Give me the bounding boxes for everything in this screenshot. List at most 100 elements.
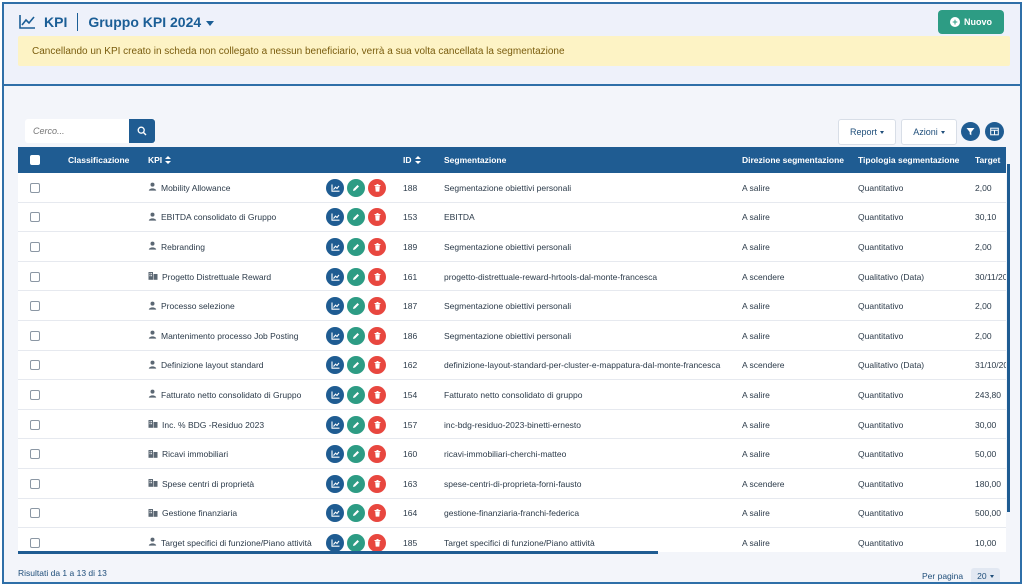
trash-icon[interactable]	[368, 385, 386, 404]
report-dropdown[interactable]: Report	[838, 119, 896, 145]
row-checkbox[interactable]	[30, 360, 40, 371]
edit-pencil-icon[interactable]	[347, 533, 365, 552]
chart-icon[interactable]	[326, 267, 344, 286]
kpi-name[interactable]: EBITDA consolidato di Gruppo	[161, 212, 276, 222]
edit-pencil-icon[interactable]	[347, 445, 365, 464]
col-segmentazione[interactable]: Segmentazione	[444, 147, 506, 173]
chart-icon[interactable]	[326, 504, 344, 523]
search-input[interactable]	[25, 119, 125, 143]
col-tipologia[interactable]: Tipologia segmentazione	[858, 147, 959, 173]
edit-pencil-icon[interactable]	[347, 267, 365, 286]
table-row[interactable]: Progetto Distrettuale Reward 161 progetto-…	[18, 261, 1006, 292]
select-all-checkbox[interactable]	[30, 155, 40, 165]
kpi-name[interactable]: Definizione layout standard	[161, 360, 264, 370]
trash-icon[interactable]	[368, 504, 386, 523]
row-checkbox[interactable]	[30, 419, 40, 430]
row-checkbox[interactable]	[30, 241, 40, 252]
col-target[interactable]: Target	[975, 147, 1000, 173]
columns-button[interactable]	[985, 122, 1004, 141]
chart-icon[interactable]	[326, 178, 344, 197]
chart-icon[interactable]	[326, 237, 344, 256]
trash-icon[interactable]	[368, 445, 386, 464]
kpi-name[interactable]: Target specifici di funzione/Piano attiv…	[161, 538, 312, 548]
section-title[interactable]: KPI	[44, 14, 67, 30]
table-row[interactable]: Gestione finanziaria 164 gestione-finanzia…	[18, 498, 1006, 529]
row-checkbox[interactable]	[30, 182, 40, 193]
chart-icon[interactable]	[326, 533, 344, 552]
chart-icon[interactable]	[326, 415, 344, 434]
row-checkbox[interactable]	[30, 271, 40, 282]
row-checkbox[interactable]	[30, 330, 40, 341]
edit-pencil-icon[interactable]	[347, 326, 365, 345]
group-title[interactable]: Gruppo KPI 2024	[88, 14, 201, 30]
trash-icon[interactable]	[368, 326, 386, 345]
chart-icon[interactable]	[326, 326, 344, 345]
edit-pencil-icon[interactable]	[347, 178, 365, 197]
col-classificazione[interactable]: Classificazione	[68, 147, 129, 173]
table-row[interactable]: Processo selezione 187 Segmentazione obiet…	[18, 291, 1006, 321]
horizontal-scrollbar[interactable]	[18, 551, 658, 554]
edit-pencil-icon[interactable]	[347, 415, 365, 434]
kpi-name[interactable]: Inc. % BDG -Residuo 2023	[162, 420, 264, 430]
trash-icon[interactable]	[368, 415, 386, 434]
new-button[interactable]: + Nuovo	[938, 10, 1004, 34]
kpi-name[interactable]: Spese centri di proprietà	[162, 479, 254, 489]
trash-icon[interactable]	[368, 267, 386, 286]
kpi-name[interactable]: Rebranding	[161, 242, 205, 252]
table-row[interactable]: Definizione layout standard 162 definizion…	[18, 350, 1006, 381]
row-checkbox[interactable]	[30, 212, 40, 223]
edit-pencil-icon[interactable]	[347, 474, 365, 493]
table-row[interactable]: Inc. % BDG -Residuo 2023 157 inc-bdg-resid…	[18, 409, 1006, 440]
table-row[interactable]: Fatturato netto consolidato di Gruppo 154…	[18, 380, 1006, 410]
search-button[interactable]	[129, 119, 155, 143]
trash-icon[interactable]	[368, 237, 386, 256]
chevron-down-icon[interactable]	[206, 20, 215, 26]
edit-pencil-icon[interactable]	[347, 504, 365, 523]
row-checkbox[interactable]	[30, 449, 40, 460]
kpi-name[interactable]: Gestione finanziaria	[162, 508, 237, 518]
trash-icon[interactable]	[368, 208, 386, 227]
kpi-name[interactable]: Progetto Distrettuale Reward	[162, 272, 271, 282]
kpi-name[interactable]: Mantenimento processo Job Posting	[161, 331, 299, 341]
kpi-name[interactable]: Processo selezione	[161, 301, 235, 311]
table-row[interactable]: Spese centri di proprietà 163 spese-centri…	[18, 468, 1006, 499]
table-row[interactable]: EBITDA consolidato di Gruppo 153 EBITDA A s…	[18, 202, 1006, 233]
table-row[interactable]: Rebranding 189 Segmentazione obiettivi per…	[18, 232, 1006, 262]
chart-icon[interactable]	[326, 445, 344, 464]
kpi-name[interactable]: Mobility Allowance	[161, 183, 230, 193]
row-checkbox[interactable]	[30, 389, 40, 400]
edit-pencil-icon[interactable]	[347, 356, 365, 375]
col-id[interactable]: ID	[403, 147, 421, 173]
chart-icon[interactable]	[326, 297, 344, 316]
vertical-scrollbar[interactable]	[1007, 164, 1010, 512]
row-checkbox[interactable]	[30, 478, 40, 489]
chart-icon[interactable]	[326, 385, 344, 404]
row-checkbox[interactable]	[30, 301, 40, 312]
direzione-cell: A salire	[742, 212, 770, 223]
trash-icon[interactable]	[368, 297, 386, 316]
edit-pencil-icon[interactable]	[347, 237, 365, 256]
table-row[interactable]: Mobility Allowance 188 Segmentazione obiet…	[18, 173, 1006, 203]
kpi-name[interactable]: Ricavi immobiliari	[162, 449, 228, 459]
chart-icon[interactable]	[326, 356, 344, 375]
row-checkbox[interactable]	[30, 508, 40, 519]
actions-dropdown[interactable]: Azioni	[901, 119, 957, 145]
col-kpi[interactable]: KPI	[148, 147, 172, 173]
kpi-name[interactable]: Fatturato netto consolidato di Gruppo	[161, 390, 301, 400]
chart-icon[interactable]	[326, 474, 344, 493]
table-row[interactable]: Ricavi immobiliari 160 ricavi-immobiliari-…	[18, 439, 1006, 469]
filter-button[interactable]	[961, 122, 980, 141]
chart-icon[interactable]	[326, 208, 344, 227]
trash-icon[interactable]	[368, 533, 386, 552]
table-row[interactable]: Mantenimento processo Job Posting 186 Segm…	[18, 320, 1006, 351]
col-direzione[interactable]: Direzione segmentazione	[742, 147, 844, 173]
trash-icon[interactable]	[368, 178, 386, 197]
row-checkbox[interactable]	[30, 537, 40, 548]
trash-icon[interactable]	[368, 356, 386, 375]
table-row[interactable]: Target specifici di funzione/Piano attiv…	[18, 528, 1006, 552]
per-page-select[interactable]: 20	[971, 568, 1000, 582]
edit-pencil-icon[interactable]	[347, 297, 365, 316]
edit-pencil-icon[interactable]	[347, 385, 365, 404]
edit-pencil-icon[interactable]	[347, 208, 365, 227]
trash-icon[interactable]	[368, 474, 386, 493]
